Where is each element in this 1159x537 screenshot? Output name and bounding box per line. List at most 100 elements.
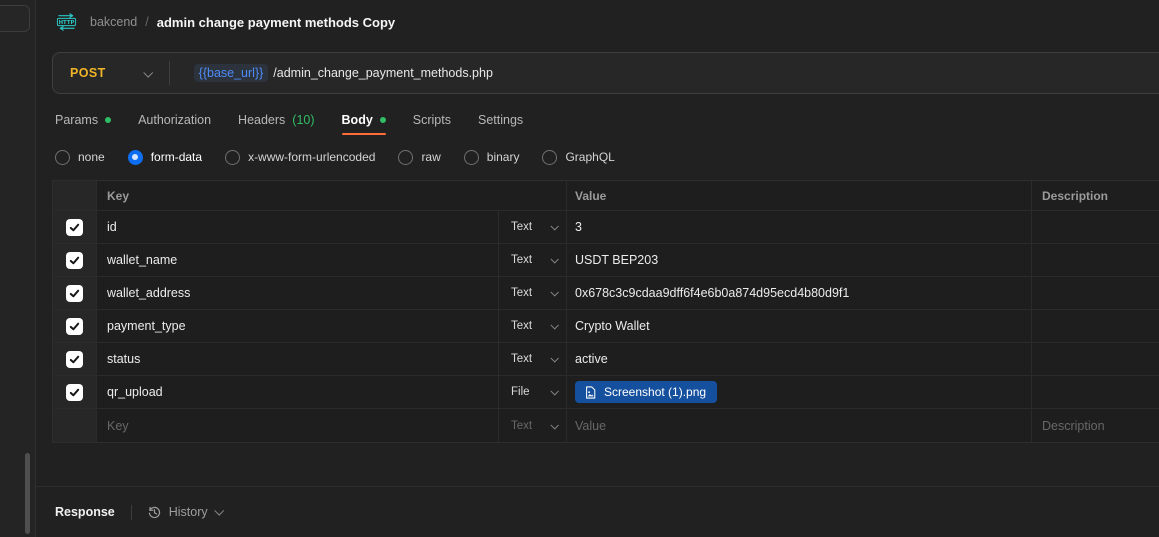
base-url-variable-chip[interactable]: {{base_url}} — [194, 64, 269, 82]
url-bar: POST {{base_url}} /admin_change_payment_… — [52, 52, 1159, 94]
key-field[interactable]: qr_upload — [97, 376, 499, 408]
description-field[interactable] — [1032, 244, 1159, 276]
key-field[interactable]: id — [97, 211, 499, 243]
scrollbar-thumb[interactable] — [25, 453, 30, 534]
value-field[interactable]: 3 — [567, 211, 1032, 243]
type-dropdown[interactable]: Text — [499, 277, 567, 309]
value-field[interactable]: 0x678c3c9cdaa9dff6f4e6b0a874d95ecd4b80d9… — [567, 277, 1032, 309]
key-field[interactable]: status — [97, 343, 499, 375]
option-label: raw — [421, 150, 440, 164]
body-type-x-www-form-urlencoded[interactable]: x-www-form-urlencoded — [225, 150, 375, 165]
method-selector[interactable]: POST — [53, 66, 169, 80]
option-label: binary — [487, 150, 520, 164]
description-field[interactable] — [1032, 343, 1159, 375]
value-field[interactable]: Crypto Wallet — [567, 310, 1032, 342]
left-rail — [0, 0, 36, 537]
body-type-form-data[interactable]: form-data — [128, 150, 202, 165]
value-field[interactable]: USDT BEP203 — [567, 244, 1032, 276]
description-field-placeholder[interactable]: Description — [1032, 409, 1159, 442]
tab-body[interactable]: Body — [342, 104, 386, 135]
tab-params[interactable]: Params — [55, 104, 111, 135]
radio-icon — [464, 150, 479, 165]
description-field[interactable] — [1032, 211, 1159, 243]
option-label: x-www-form-urlencoded — [248, 150, 375, 164]
table-row-id: id Text 3 — [53, 211, 1159, 244]
tab-label: Body — [342, 113, 373, 127]
row-checkbox[interactable] — [66, 384, 83, 401]
row-checkbox[interactable] — [66, 252, 83, 269]
headers-count-badge: (10) — [292, 113, 314, 127]
request-header-bar: HTTP bakcend / admin change payment meth… — [36, 0, 1159, 44]
http-request-icon: HTTP — [55, 13, 78, 31]
value-field-placeholder[interactable]: Value — [567, 409, 1032, 442]
divider — [131, 505, 132, 520]
body-type-none[interactable]: none — [55, 150, 105, 165]
option-label: form-data — [151, 150, 202, 164]
row-checkbox[interactable] — [66, 351, 83, 368]
column-header-key: Key — [97, 181, 567, 210]
tab-authorization[interactable]: Authorization — [138, 104, 211, 135]
body-type-options: none form-data x-www-form-urlencoded raw… — [55, 143, 615, 171]
description-field[interactable] — [1032, 277, 1159, 309]
description-field[interactable] — [1032, 310, 1159, 342]
option-label: GraphQL — [565, 150, 614, 164]
description-field[interactable] — [1032, 376, 1159, 408]
form-data-table: Key Value Description id Text 3 wallet_n… — [52, 180, 1159, 443]
tab-label: Scripts — [413, 113, 451, 127]
row-checkbox[interactable] — [66, 219, 83, 236]
key-field-placeholder[interactable]: Key — [97, 409, 499, 442]
table-row-wallet-name: wallet_name Text USDT BEP203 — [53, 244, 1159, 277]
request-tabs: Params Authorization Headers (10) Body S… — [55, 104, 523, 135]
body-type-binary[interactable]: binary — [464, 150, 520, 165]
chevron-down-icon — [550, 222, 558, 230]
table-row-payment-type: payment_type Text Crypto Wallet — [53, 310, 1159, 343]
column-header-description: Description — [1032, 181, 1159, 210]
request-title: admin change payment methods Copy — [157, 15, 395, 30]
breadcrumb-separator: / — [145, 15, 148, 29]
history-label: History — [169, 505, 208, 519]
file-name: Screenshot (1).png — [604, 385, 706, 399]
chevron-down-icon — [550, 421, 558, 429]
breadcrumb: bakcend / admin change payment methods C… — [90, 15, 395, 30]
breadcrumb-collection[interactable]: bakcend — [90, 15, 137, 29]
main-panel: HTTP bakcend / admin change payment meth… — [36, 0, 1159, 537]
type-dropdown[interactable]: Text — [499, 211, 567, 243]
body-type-raw[interactable]: raw — [398, 150, 440, 165]
chevron-down-icon — [550, 387, 558, 395]
row-checkbox[interactable] — [66, 285, 83, 302]
api-client-window: HTTP bakcend / admin change payment meth… — [0, 0, 1159, 537]
key-field[interactable]: wallet_address — [97, 277, 499, 309]
collapsed-sidebar-tab[interactable] — [0, 5, 30, 32]
type-dropdown[interactable]: Text — [499, 310, 567, 342]
body-type-graphql[interactable]: GraphQL — [542, 150, 614, 165]
table-row-empty: Key Text Value Description — [53, 409, 1159, 442]
radio-icon — [398, 150, 413, 165]
key-field[interactable]: wallet_name — [97, 244, 499, 276]
table-row-qr-upload: qr_upload File Screenshot (1).png — [53, 376, 1159, 409]
type-dropdown[interactable]: Text — [499, 343, 567, 375]
response-bar: Response History — [36, 486, 1159, 537]
chevron-down-icon — [550, 255, 558, 263]
header-checkbox-cell — [53, 181, 97, 210]
type-dropdown[interactable]: File — [499, 376, 567, 408]
image-file-icon — [584, 386, 597, 399]
method-label: POST — [70, 66, 106, 80]
key-field[interactable]: payment_type — [97, 310, 499, 342]
empty-checkbox-cell — [53, 409, 97, 442]
radio-icon — [542, 150, 557, 165]
value-field[interactable]: active — [567, 343, 1032, 375]
tab-label: Headers — [238, 113, 285, 127]
tab-label: Authorization — [138, 113, 211, 127]
unsaved-dot-icon — [105, 117, 111, 123]
row-checkbox[interactable] — [66, 318, 83, 335]
tab-headers[interactable]: Headers (10) — [238, 104, 314, 135]
chevron-down-icon — [143, 67, 153, 77]
history-button[interactable]: History — [147, 505, 222, 520]
table-row-status: status Text active — [53, 343, 1159, 376]
url-input[interactable]: {{base_url}} /admin_change_payment_metho… — [170, 64, 1159, 82]
tab-settings[interactable]: Settings — [478, 104, 523, 135]
type-dropdown[interactable]: Text — [499, 244, 567, 276]
tab-scripts[interactable]: Scripts — [413, 104, 451, 135]
type-dropdown[interactable]: Text — [499, 409, 567, 442]
file-attachment-chip[interactable]: Screenshot (1).png — [575, 381, 717, 403]
